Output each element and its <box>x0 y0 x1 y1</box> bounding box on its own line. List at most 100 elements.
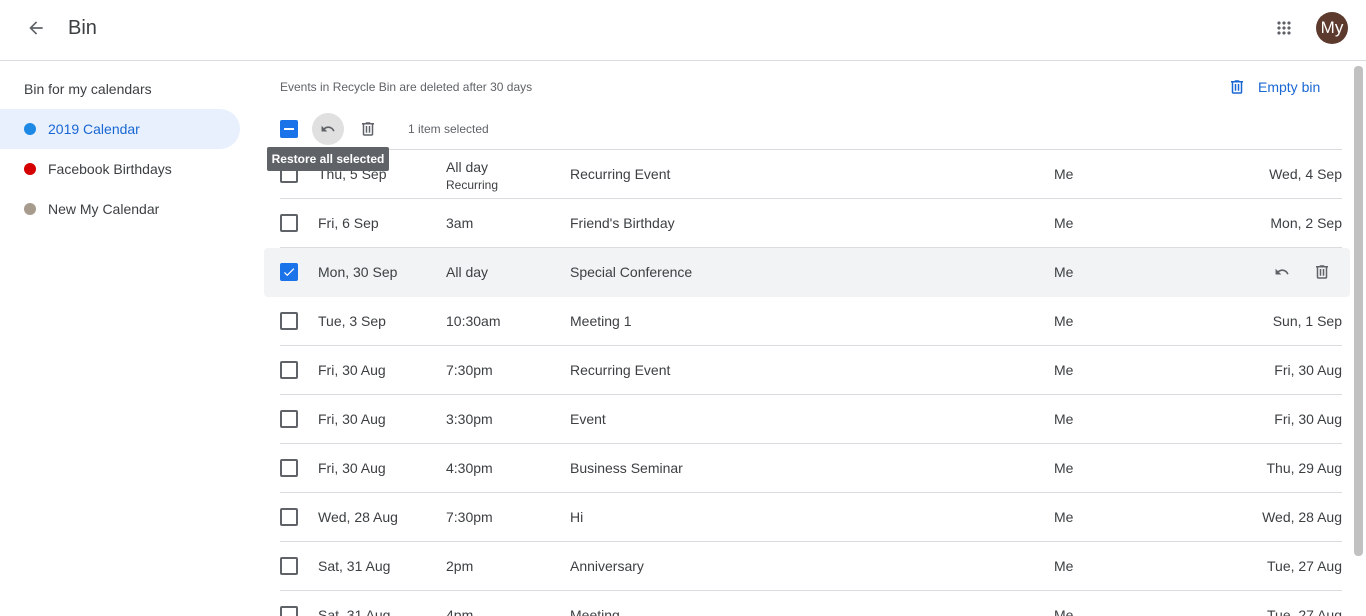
trash-icon <box>1316 265 1328 279</box>
restore-event-button[interactable] <box>1266 256 1298 288</box>
event-time: 10:30am <box>446 313 501 329</box>
row-checkbox[interactable] <box>280 214 298 232</box>
undo-icon <box>1275 268 1289 275</box>
calendar-color-dot <box>24 203 36 215</box>
empty-bin-label: Empty bin <box>1258 79 1321 95</box>
restore-all-tooltip: Restore all selected <box>267 147 389 171</box>
delete-all-selected-button[interactable] <box>352 113 384 145</box>
event-deleted-date: Tue, 27 Aug <box>1267 607 1342 616</box>
event-title: Meeting <box>570 607 620 616</box>
event-row[interactable]: Wed, 28 Aug 7:30pm Hi Me Wed, 28 Aug <box>264 493 1350 542</box>
event-owner: Me <box>1054 313 1074 329</box>
event-row[interactable]: Thu, 5 Sep All day Recurring Recurring E… <box>264 150 1350 199</box>
event-time: 3:30pm <box>446 411 493 427</box>
sidebar-item-2019-calendar[interactable]: 2019 Calendar <box>0 109 240 149</box>
event-title: Recurring Event <box>570 362 671 378</box>
indeterminate-mark <box>284 128 294 130</box>
event-row[interactable]: Fri, 30 Aug 4:30pm Business Seminar Me T… <box>264 444 1350 493</box>
retention-info-text: Events in Recycle Bin are deleted after … <box>280 80 533 94</box>
row-checkbox[interactable] <box>280 361 298 379</box>
arrow-back-icon <box>29 21 43 35</box>
sidebar-item-label: 2019 Calendar <box>48 121 140 137</box>
event-date: Mon, 30 Sep <box>318 264 398 280</box>
event-title: Hi <box>570 509 584 525</box>
row-checkbox[interactable] <box>280 410 298 428</box>
row-checkbox[interactable] <box>280 606 298 616</box>
row-checkbox[interactable] <box>280 508 298 526</box>
row-checkbox[interactable] <box>280 312 298 330</box>
event-title: Business Seminar <box>570 460 683 476</box>
account-avatar[interactable]: My <box>1316 12 1348 44</box>
sidebar-item-label: Facebook Birthdays <box>48 161 172 177</box>
scrollbar-thumb[interactable] <box>1354 66 1363 556</box>
event-date: Sat, 31 Aug <box>318 558 391 574</box>
event-title: Event <box>570 411 606 427</box>
empty-bin-button[interactable]: Empty bin <box>1228 74 1320 100</box>
event-row[interactable]: Fri, 30 Aug 3:30pm Event Me Fri, 30 Aug <box>264 395 1350 444</box>
event-owner: Me <box>1054 215 1074 231</box>
row-checkbox-checked[interactable] <box>280 263 298 281</box>
event-date: Fri, 30 Aug <box>318 362 386 378</box>
event-title: Friend's Birthday <box>570 215 675 231</box>
event-date: Fri, 30 Aug <box>318 411 386 427</box>
row-checkbox[interactable] <box>280 557 298 575</box>
selected-count-text: 1 item selected <box>408 122 489 136</box>
event-owner: Me <box>1054 607 1074 616</box>
event-deleted-date: Thu, 29 Aug <box>1266 460 1342 476</box>
sidebar-item-facebook-birthdays[interactable]: Facebook Birthdays <box>0 149 240 189</box>
event-row[interactable]: Fri, 6 Sep 3am Friend's Birthday Me Mon,… <box>264 199 1350 248</box>
event-recurrence: Recurring <box>446 178 499 192</box>
undo-icon <box>321 125 335 132</box>
event-time: 2pm <box>446 558 474 574</box>
event-date: Tue, 3 Sep <box>318 313 386 329</box>
checkmark-icon <box>283 268 295 277</box>
trash-icon <box>362 122 374 136</box>
event-deleted-date: Sun, 1 Sep <box>1272 313 1342 329</box>
event-owner: Me <box>1054 558 1074 574</box>
event-time: All day <box>446 264 489 280</box>
calendar-color-dot <box>24 163 36 175</box>
event-time: 4:30pm <box>446 460 493 476</box>
event-owner: Me <box>1054 362 1074 378</box>
sidebar: Bin for my calendars 2019 Calendar Faceb… <box>0 61 250 616</box>
sidebar-heading: Bin for my calendars <box>24 81 152 97</box>
event-time: 4pm <box>446 607 474 616</box>
event-deleted-date: Fri, 30 Aug <box>1274 411 1342 427</box>
event-time: 7:30pm <box>446 362 493 378</box>
google-apps-button[interactable] <box>1268 12 1300 44</box>
event-row[interactable]: Fri, 30 Aug 7:30pm Recurring Event Me Fr… <box>264 346 1350 395</box>
trash-icon <box>1228 78 1246 96</box>
event-title: Recurring Event <box>570 166 671 182</box>
page-title: Bin <box>68 17 97 39</box>
event-date: Wed, 28 Aug <box>318 509 398 525</box>
app-header: Bin My <box>0 0 1366 61</box>
event-row-selected[interactable]: Mon, 30 Sep All day Special Conference M… <box>264 248 1350 297</box>
event-title: Meeting 1 <box>570 313 632 329</box>
restore-all-selected-button[interactable] <box>312 113 344 145</box>
select-all-checkbox[interactable] <box>280 120 298 138</box>
event-owner: Me <box>1054 166 1074 182</box>
row-checkbox[interactable] <box>280 459 298 477</box>
event-time: 7:30pm <box>446 509 493 525</box>
event-owner: Me <box>1054 509 1074 525</box>
event-owner: Me <box>1054 460 1074 476</box>
back-button[interactable] <box>20 12 52 44</box>
event-deleted-date: Fri, 30 Aug <box>1274 362 1342 378</box>
event-deleted-date: Mon, 2 Sep <box>1270 215 1342 231</box>
event-time: 3am <box>446 215 474 231</box>
event-row[interactable]: Sat, 31 Aug 2pm Anniversary Me Tue, 27 A… <box>264 542 1350 591</box>
sidebar-item-new-my-calendar[interactable]: New My Calendar <box>0 189 240 229</box>
event-time: All day <box>446 159 489 175</box>
event-date: Sat, 31 Aug <box>318 607 391 616</box>
sidebar-item-label: New My Calendar <box>48 201 160 217</box>
event-title: Special Conference <box>570 264 693 280</box>
event-row[interactable]: Tue, 3 Sep 10:30am Meeting 1 Me Sun, 1 S… <box>264 297 1350 346</box>
event-deleted-date: Wed, 4 Sep <box>1269 166 1342 182</box>
delete-event-button[interactable] <box>1306 256 1338 288</box>
event-date: Fri, 6 Sep <box>318 215 379 231</box>
event-title: Anniversary <box>570 558 644 574</box>
event-deleted-date: Wed, 28 Aug <box>1262 509 1342 525</box>
event-row[interactable]: Sat, 31 Aug 4pm Meeting Me Tue, 27 Aug <box>264 591 1350 616</box>
event-date: Fri, 30 Aug <box>318 460 386 476</box>
event-owner: Me <box>1054 411 1074 427</box>
